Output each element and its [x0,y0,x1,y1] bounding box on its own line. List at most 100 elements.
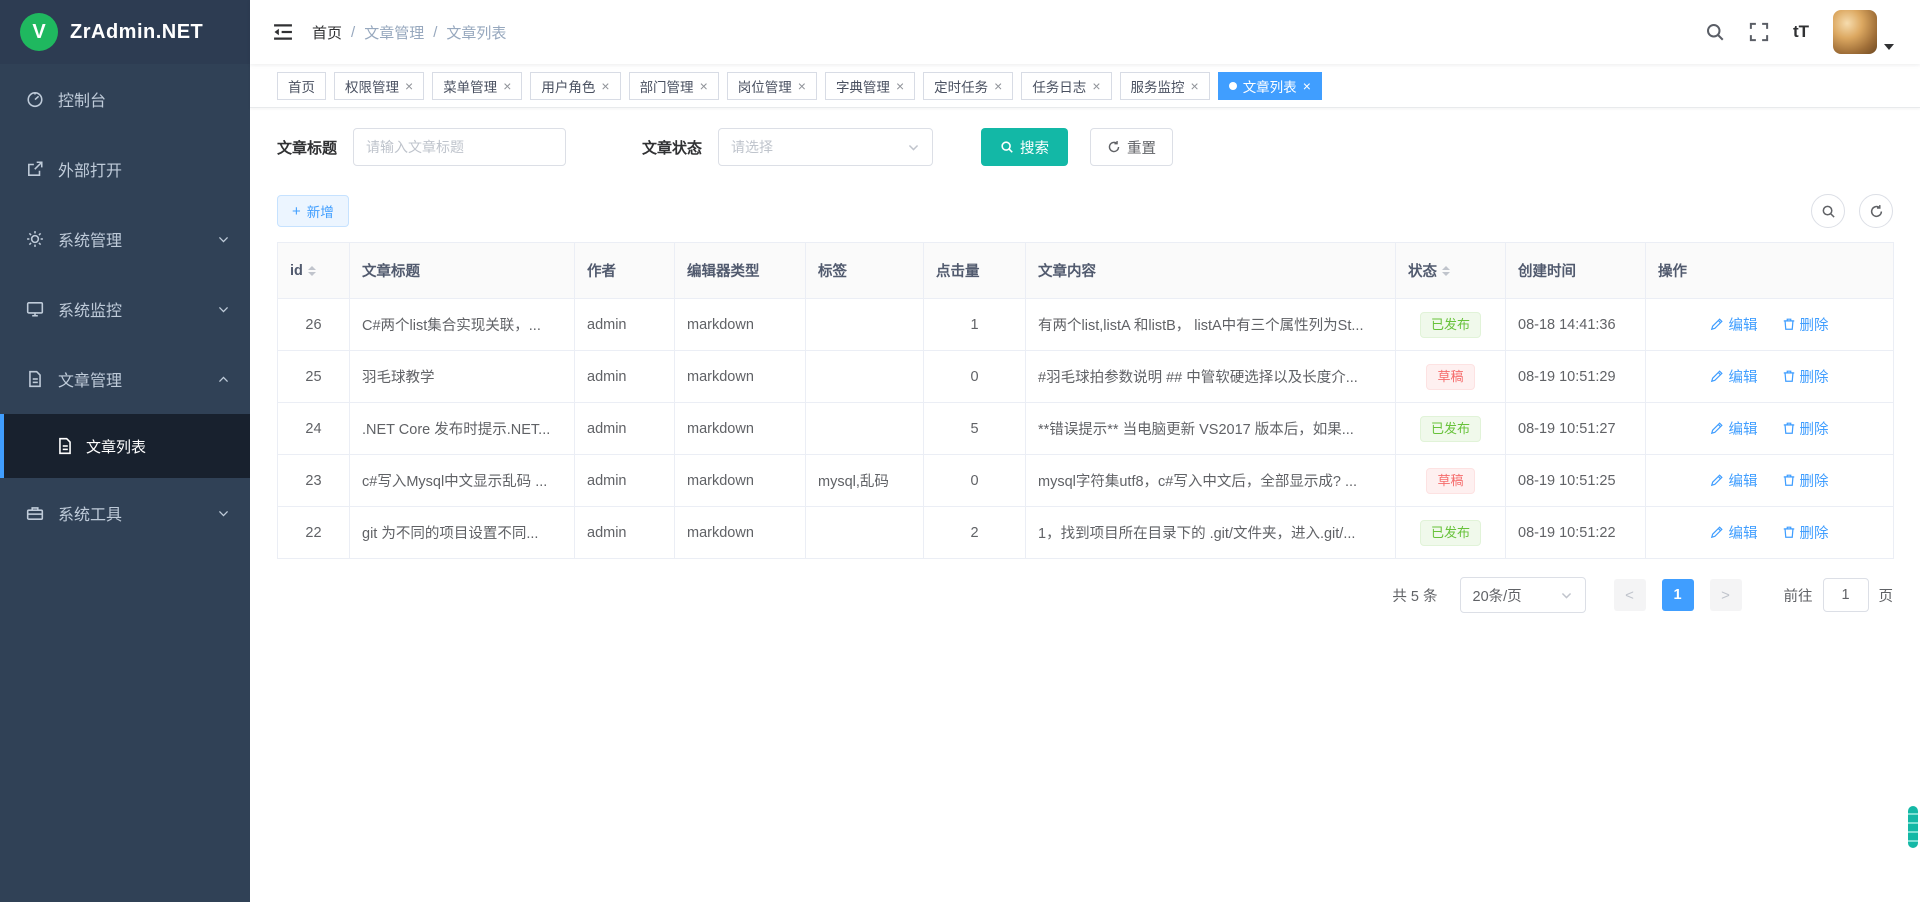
close-icon[interactable]: × [1191,79,1199,93]
article-title-input[interactable] [353,128,566,166]
tab-label: 首页 [288,76,315,96]
page-number-button[interactable]: 1 [1662,579,1694,611]
reset-button-label: 重置 [1127,137,1156,158]
scrollbar-thumb[interactable] [1908,806,1918,848]
goto-page-input[interactable] [1823,578,1869,612]
plus-icon: + [292,204,301,219]
sidebar-item-system-management[interactable]: 系统管理 [0,204,250,274]
cell-clicks: 0 [924,455,1026,507]
tab-item[interactable]: 部门管理 × [629,72,719,100]
trash-icon [1782,473,1796,487]
close-icon[interactable]: × [1092,79,1100,93]
navbar: 首页 / 文章管理 / 文章列表 tT [250,0,1920,64]
prev-page-button[interactable]: < [1614,579,1646,611]
sidebar-item-dashboard[interactable]: 控制台 [0,64,250,134]
tab-item[interactable]: 定时任务 × [923,72,1013,100]
delete-button[interactable]: 删除 [1782,522,1829,543]
logo-icon: V [20,13,58,51]
user-avatar[interactable] [1833,10,1877,54]
breadcrumb-article-management[interactable]: 文章管理 [364,22,424,43]
tab-item[interactable]: 文章列表 × [1218,72,1322,100]
table-row: 26 C#两个list集合实现关联，... admin markdown 1 有… [278,299,1894,351]
edit-button[interactable]: 编辑 [1710,366,1757,387]
document-icon [26,370,44,388]
tab-item[interactable]: 岗位管理 × [727,72,817,100]
breadcrumb-article-list: 文章列表 [446,22,506,43]
tab-item[interactable]: 菜单管理 × [432,72,522,100]
trash-icon [1782,525,1796,539]
sidebar-item-article-list[interactable]: 文章列表 [0,414,250,478]
chevron-down-icon [1560,589,1573,602]
sidebar-submenu: 文章列表 [0,414,250,478]
user-menu[interactable] [1833,10,1894,54]
cell-author: admin [575,403,675,455]
close-icon[interactable]: × [601,79,609,93]
edit-button[interactable]: 编辑 [1710,522,1757,543]
next-page-button[interactable]: > [1710,579,1742,611]
cell-content: **错误提示** 当电脑更新 VS2017 版本后，如果... [1026,403,1396,455]
breadcrumb-home[interactable]: 首页 [312,22,342,43]
sidebar-item-system-tools[interactable]: 系统工具 [0,478,250,548]
table-tools [1811,194,1893,228]
column-header-actions: 操作 [1658,264,1687,280]
tab-item[interactable]: 任务日志 × [1021,72,1111,100]
filter-status-group: 文章状态 请选择 [642,128,933,166]
sidebar-item-article-management[interactable]: 文章管理 [0,344,250,414]
edit-button[interactable]: 编辑 [1710,470,1757,491]
show-search-button[interactable] [1811,194,1845,228]
search-button[interactable]: 搜索 [981,128,1068,166]
sidebar-item-label: 控制台 [58,87,106,111]
cell-tags: mysql,乱码 [806,455,924,507]
sort-icons[interactable] [308,262,316,280]
page-unit-label: 页 [1879,585,1894,606]
breadcrumb-separator: / [351,24,355,41]
cell-tags [806,351,924,403]
sidebar-item-external-open[interactable]: 外部打开 [0,134,250,204]
search-icon[interactable] [1705,22,1725,42]
close-icon[interactable]: × [503,79,511,93]
edit-button[interactable]: 编辑 [1710,314,1757,335]
delete-button[interactable]: 删除 [1782,366,1829,387]
close-icon[interactable]: × [994,79,1002,93]
add-button[interactable]: + 新增 [277,195,349,227]
refresh-button[interactable] [1859,194,1893,228]
close-icon[interactable]: × [896,79,904,93]
delete-button[interactable]: 删除 [1782,470,1829,491]
delete-button[interactable]: 删除 [1782,418,1829,439]
column-header-id: id [290,263,303,279]
sidebar-collapse-icon[interactable] [272,21,294,43]
font-size-icon[interactable]: tT [1793,22,1809,42]
close-icon[interactable]: × [405,79,413,93]
fullscreen-icon[interactable] [1749,22,1769,42]
status-badge: 草稿 [1426,364,1474,390]
cell-created: 08-18 14:41:36 [1506,299,1646,351]
edit-button-label: 编辑 [1728,418,1757,439]
document-icon [56,437,74,455]
cell-content: #羽毛球拍参数说明 ## 中管软硬选择以及长度介... [1026,351,1396,403]
article-status-select[interactable]: 请选择 [718,128,933,166]
page-content: 文章标题 文章状态 请选择 搜索 [250,108,1920,902]
close-icon[interactable]: × [1303,79,1311,93]
tab-label: 文章列表 [1243,76,1297,96]
close-icon[interactable]: × [700,79,708,93]
chevron-down-icon [217,303,230,316]
sort-icons[interactable] [1442,262,1450,280]
tab-item[interactable]: 权限管理 × [334,72,424,100]
article-table: id 文章标题 作者 编辑器类型 标签 点击量 文章内容 状态 创建时间 操作 [277,242,1894,559]
reset-button[interactable]: 重置 [1090,128,1173,166]
edit-button[interactable]: 编辑 [1710,418,1757,439]
page-size-select[interactable]: 20条/页 [1460,577,1586,613]
cell-created: 08-19 10:51:25 [1506,455,1646,507]
tab-item[interactable]: 字典管理 × [825,72,915,100]
refresh-icon [1869,204,1884,219]
page-size-value: 20条/页 [1473,585,1522,606]
cell-tags [806,403,924,455]
tab-item[interactable]: 首页 [277,72,326,100]
sidebar: V ZrAdmin.NET 控制台 外部打开 系统管理 [0,0,250,902]
tab-item[interactable]: 用户角色 × [530,72,620,100]
delete-button[interactable]: 删除 [1782,314,1829,335]
tab-item[interactable]: 服务监控 × [1120,72,1210,100]
dashboard-icon [26,90,44,108]
close-icon[interactable]: × [798,79,806,93]
sidebar-item-system-monitor[interactable]: 系统监控 [0,274,250,344]
